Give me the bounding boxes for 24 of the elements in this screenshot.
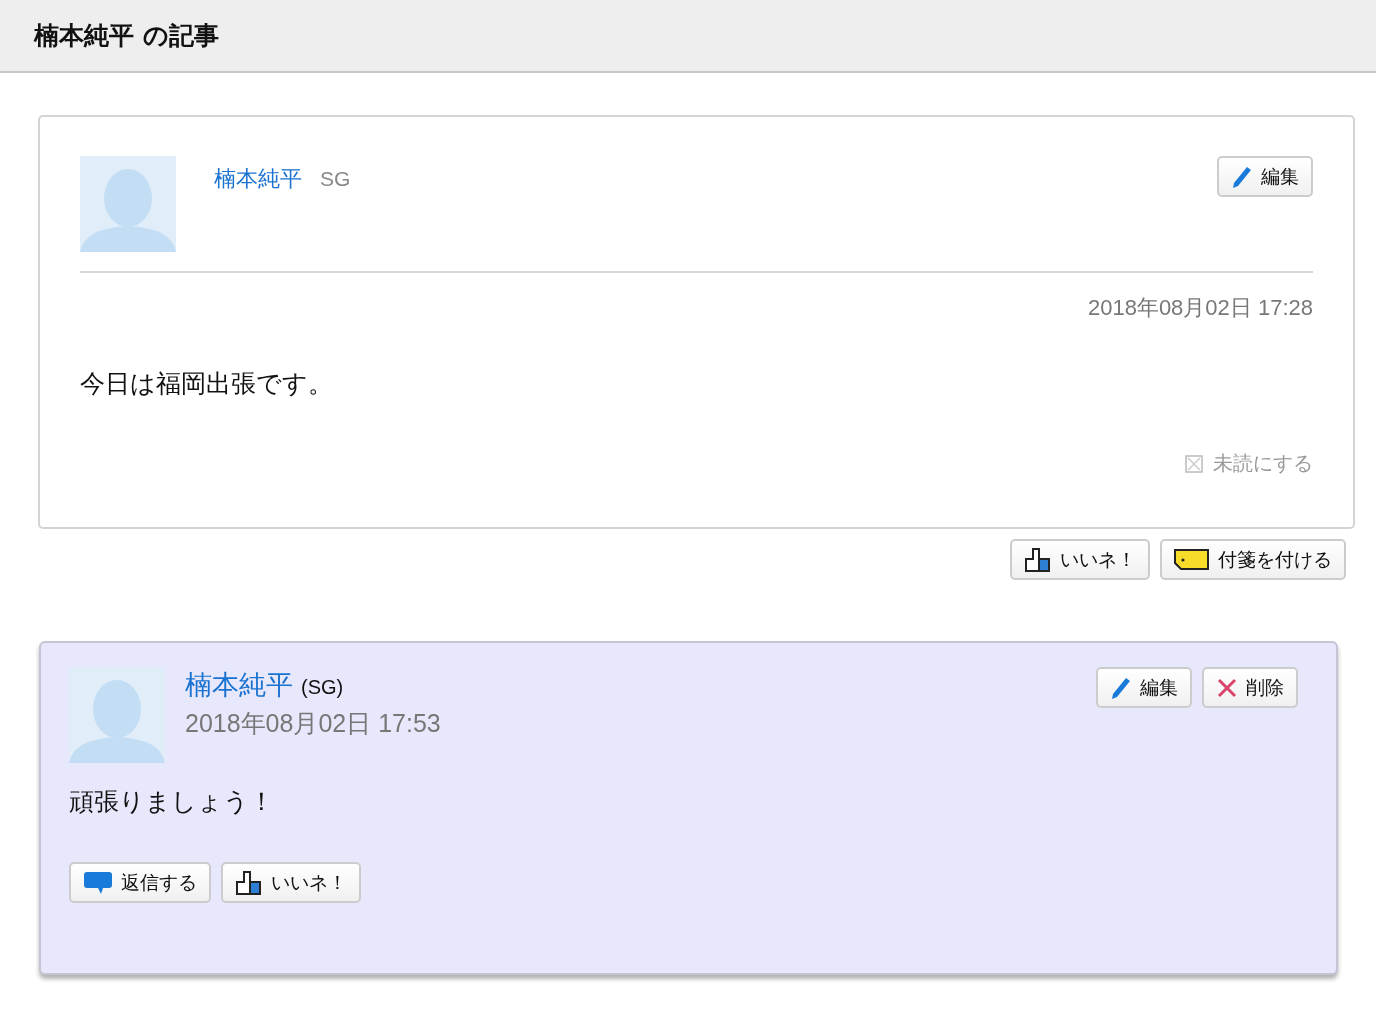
edit-button[interactable]: 編集 bbox=[1096, 667, 1192, 708]
tag-icon bbox=[1174, 547, 1210, 572]
thumbs-up-icon bbox=[235, 869, 263, 896]
post-date: 2018年08月02日 17:28 bbox=[1086, 294, 1313, 322]
author-link[interactable]: 楠本純平 bbox=[185, 667, 293, 703]
like-button[interactable]: いいネ！ bbox=[221, 862, 361, 903]
speech-bubble-icon bbox=[83, 869, 113, 896]
pencil-icon bbox=[1110, 675, 1132, 700]
tag-button[interactable]: 付箋を付ける bbox=[1160, 539, 1346, 580]
group-label: (SG) bbox=[301, 676, 344, 699]
like-button[interactable]: いいネ！ bbox=[1010, 539, 1150, 580]
delete-button[interactable]: 削除 bbox=[1202, 667, 1298, 708]
post-body: 今日は福岡出張です。 bbox=[80, 368, 334, 400]
reply-button[interactable]: 返信する bbox=[69, 862, 211, 903]
group-label: SG bbox=[320, 167, 351, 191]
thumbs-up-icon bbox=[1024, 546, 1052, 573]
checkbox[interactable] bbox=[1185, 454, 1203, 473]
edit-button[interactable]: 編集 bbox=[1217, 156, 1313, 197]
comment-body: 頑張りましょう！ bbox=[69, 786, 275, 818]
comment-date: 2018年08月02日 17:53 bbox=[185, 708, 442, 739]
page-title: 楠本純平 の記事 bbox=[34, 20, 219, 52]
close-icon bbox=[1216, 676, 1238, 699]
pencil-icon bbox=[1231, 164, 1253, 189]
author-link[interactable]: 楠本純平 bbox=[214, 164, 302, 194]
